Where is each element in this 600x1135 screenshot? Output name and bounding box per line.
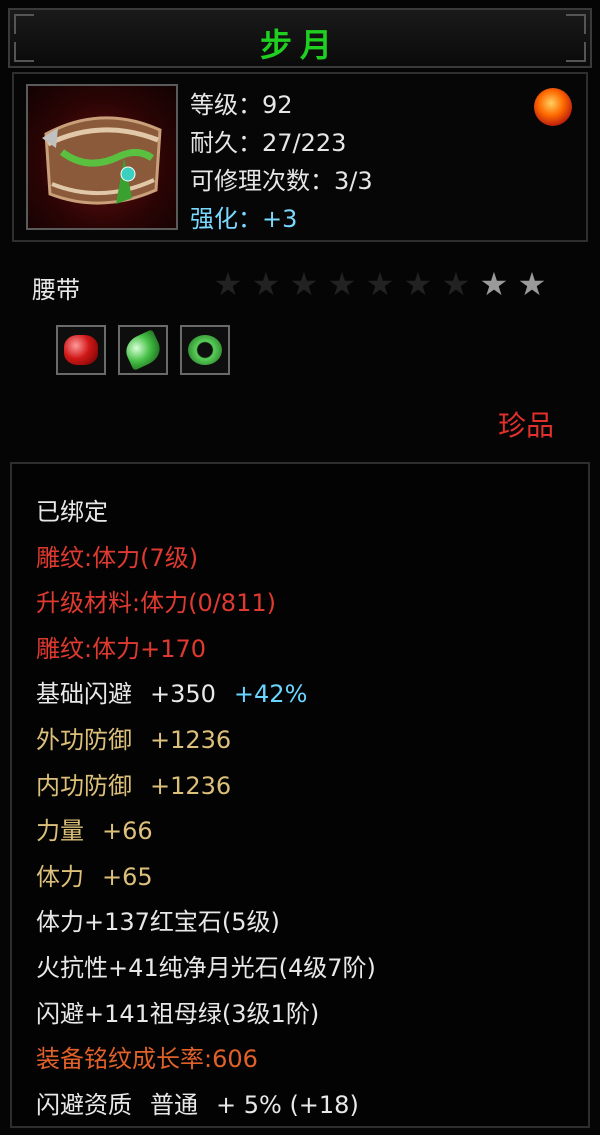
inscription-growth-rate: 装备铭纹成长率:606: [36, 1045, 258, 1074]
star-empty-icon: ★: [289, 265, 319, 303]
gem-bonus-ruby: 体力+137红宝石(5级): [36, 908, 280, 937]
emerald-gem-icon: [121, 329, 165, 371]
stamina-label: 体力: [36, 862, 84, 891]
jade-ring-gem-icon: [188, 335, 222, 365]
stamina-value: +65: [102, 862, 153, 891]
durability-row: 耐久：27/223: [190, 124, 373, 162]
star-empty-icon: ★: [251, 265, 281, 303]
upgrade-material: 升级材料:体力(0/811): [36, 589, 276, 618]
item-stats: 等级：92 耐久：27/223 可修理次数：3/3 强化：+3: [190, 86, 373, 238]
strength-value: +66: [102, 817, 153, 846]
durability-value: 27/223: [262, 129, 347, 157]
inner-defense-row: 内功防御 +1236: [36, 764, 376, 810]
title-bar: 步月: [8, 8, 592, 68]
outer-defense-value: +1236: [150, 725, 232, 754]
star-empty-icon: ★: [365, 265, 395, 303]
star-filled-icon: ★: [517, 265, 547, 303]
attributes-panel: 已绑定 雕纹:体力(7级) 升级材料:体力(0/811) 雕纹:体力+170 基…: [10, 462, 590, 1128]
enhance-value: +3: [262, 205, 298, 233]
bound-status: 已绑定: [36, 498, 108, 526]
repair-count-row: 可修理次数：3/3: [190, 162, 373, 200]
gem-bonus-emerald: 闪避+141祖母绿(3级1阶): [36, 999, 320, 1028]
star-empty-icon: ★: [441, 265, 471, 303]
dodge-aptitude-row: 闪避资质 普通 + 5% (+18): [36, 1083, 376, 1129]
rarity-label: 珍品: [497, 409, 554, 442]
base-dodge-bonus: +42%: [233, 680, 308, 709]
repair-count-value: 3/3: [334, 167, 373, 195]
item-info-panel: 等级：92 耐久：27/223 可修理次数：3/3 强化：+3: [12, 72, 588, 242]
gem-socket[interactable]: [118, 325, 168, 375]
outer-defense-row: 外功防御 +1236: [36, 718, 376, 764]
enhance-label: 强化：: [190, 205, 262, 233]
repair-count-label: 可修理次数：: [190, 167, 334, 195]
gem-socket[interactable]: [56, 325, 106, 375]
inner-defense-label: 内功防御: [36, 771, 132, 800]
star-filled-icon: ★: [479, 265, 509, 303]
ruby-gem-icon: [64, 335, 98, 365]
dodge-aptitude-value: + 5% (+18): [216, 1090, 359, 1119]
stamina-row: 体力 +65: [36, 855, 376, 901]
strength-label: 力量: [36, 817, 84, 846]
outer-defense-label: 外功防御: [36, 725, 132, 754]
level-row: 等级：92: [190, 86, 373, 124]
inner-defense-value: +1236: [150, 771, 232, 800]
star-empty-icon: ★: [213, 265, 243, 303]
enhance-row: 强化：+3: [190, 200, 373, 238]
level-value: 92: [262, 91, 293, 119]
base-dodge-row: 基础闪避 +350 +42%: [36, 672, 376, 718]
base-dodge-label: 基础闪避: [36, 680, 132, 709]
gem-socket[interactable]: [180, 325, 230, 375]
engrave-bonus: 雕纹:体力+170: [36, 634, 207, 663]
base-dodge-value: +350: [150, 680, 216, 709]
dodge-aptitude-label: 闪避资质: [36, 1090, 132, 1119]
star-empty-icon: ★: [327, 265, 357, 303]
item-name: 步月: [259, 26, 340, 64]
fire-dragon-emblem-icon: [534, 88, 572, 126]
engrave-level: 雕纹:体力(7级): [36, 543, 199, 572]
level-label: 等级：: [190, 91, 262, 119]
gem-bonus-moonstone: 火抗性+41纯净月光石(4级7阶): [36, 953, 376, 982]
durability-label: 耐久：: [190, 129, 262, 157]
gem-sockets: [56, 325, 230, 375]
strength-row: 力量 +66: [36, 809, 376, 855]
dodge-aptitude-grade: 普通: [150, 1090, 198, 1119]
item-tooltip: 步月 等级：92 耐久：27/223 可修理次数：3/3 强化：+3 腰带 ★ …: [0, 0, 600, 1135]
item-type: 腰带: [32, 276, 80, 304]
star-empty-icon: ★: [403, 265, 433, 303]
attribute-list: 已绑定 雕纹:体力(7级) 升级材料:体力(0/811) 雕纹:体力+170 基…: [36, 490, 376, 1128]
belt-icon: [26, 84, 178, 230]
star-rating: ★ ★ ★ ★ ★ ★ ★ ★ ★: [210, 266, 550, 302]
